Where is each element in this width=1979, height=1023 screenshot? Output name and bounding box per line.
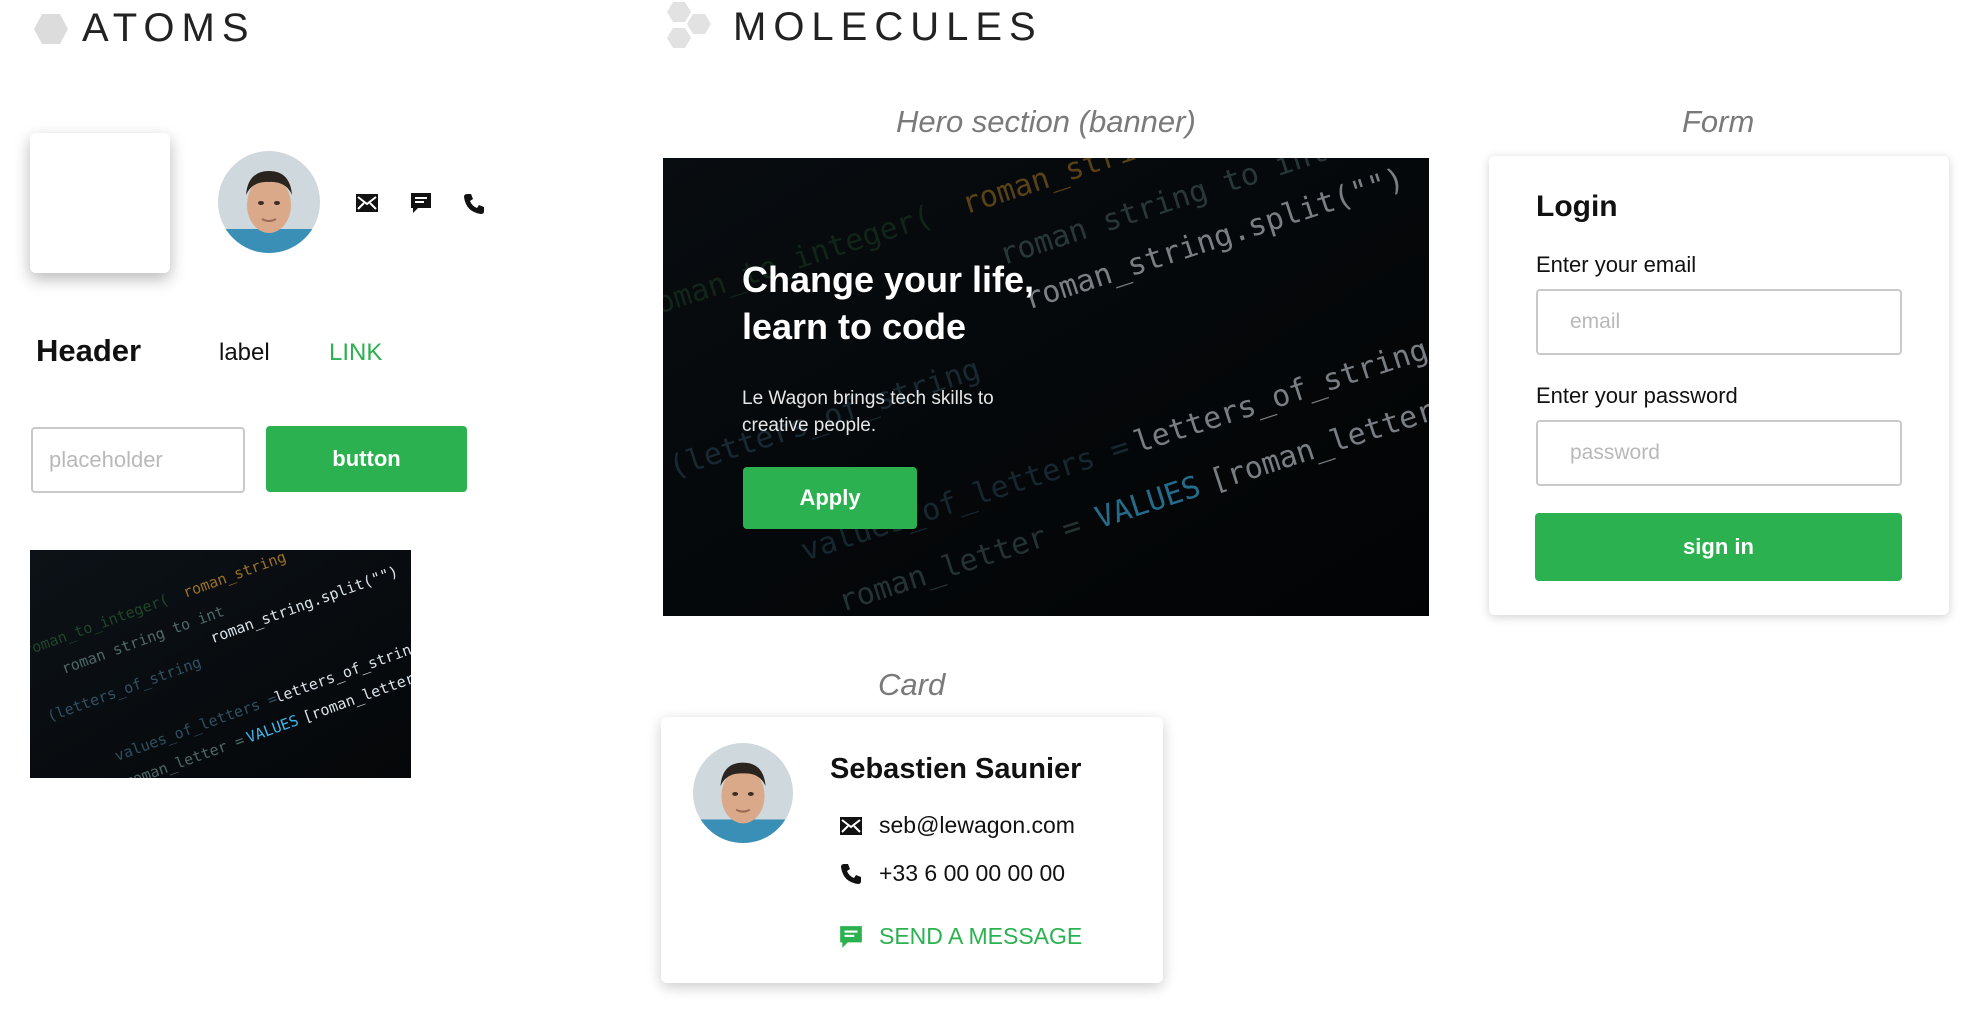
atom-label-text: label [219, 339, 270, 366]
password-field[interactable] [1536, 420, 1902, 486]
atom-input-field[interactable] [31, 427, 245, 493]
phone-icon [837, 862, 865, 886]
chat-icon[interactable] [408, 191, 434, 215]
blank-card [30, 133, 170, 273]
avatar-image [693, 743, 793, 843]
contact-card: Sebastien Saunier seb@lewagon.com +33 6 … [661, 717, 1163, 983]
molecule-icon [667, 2, 711, 48]
card-caption: Card [878, 667, 946, 702]
phone-icon[interactable] [461, 191, 487, 217]
atom-link[interactable]: LINK [329, 339, 382, 367]
molecules-section-title: MOLECULES [663, 0, 1043, 54]
hero-subtitle: Le Wagon brings tech skills to creative … [742, 388, 994, 436]
form-title: Login [1536, 190, 1618, 223]
avatar [693, 743, 793, 843]
mail-icon[interactable] [354, 192, 380, 214]
atom-button[interactable]: button [266, 426, 467, 492]
hero-caption: Hero section (banner) [896, 104, 1196, 139]
avatar-image [218, 151, 320, 253]
contact-phone-row: +33 6 00 00 00 00 [837, 860, 1065, 887]
mail-icon [837, 816, 865, 836]
email-label: Enter your email [1536, 252, 1697, 277]
form-caption: Form [1682, 104, 1755, 139]
login-form: Login Enter your email Enter your passwo… [1489, 156, 1949, 615]
hero-banner: roman_to_integer( roman_string roman str… [663, 158, 1429, 616]
hexagon-icon [34, 13, 68, 44]
avatar [218, 151, 320, 253]
send-message-label[interactable]: SEND A MESSAGE [879, 923, 1082, 950]
code-image: roman_to_integer( roman_string roman str… [30, 550, 411, 778]
atom-header-text: Header [36, 333, 142, 368]
contact-email[interactable]: seb@lewagon.com [879, 812, 1075, 839]
send-message-link[interactable]: SEND A MESSAGE [837, 923, 1082, 950]
hero-title: Change your life, learn to code [742, 259, 1035, 347]
atoms-section-title: ATOMS [34, 6, 256, 51]
contact-phone[interactable]: +33 6 00 00 00 00 [879, 860, 1065, 887]
contact-email-row: seb@lewagon.com [837, 812, 1075, 839]
password-label: Enter your password [1536, 383, 1738, 408]
sign-in-button[interactable]: sign in [1535, 513, 1902, 581]
chat-icon [837, 924, 865, 950]
contact-name: Sebastien Saunier [830, 753, 1082, 785]
apply-button[interactable]: Apply [743, 467, 917, 529]
email-field[interactable] [1536, 289, 1902, 355]
